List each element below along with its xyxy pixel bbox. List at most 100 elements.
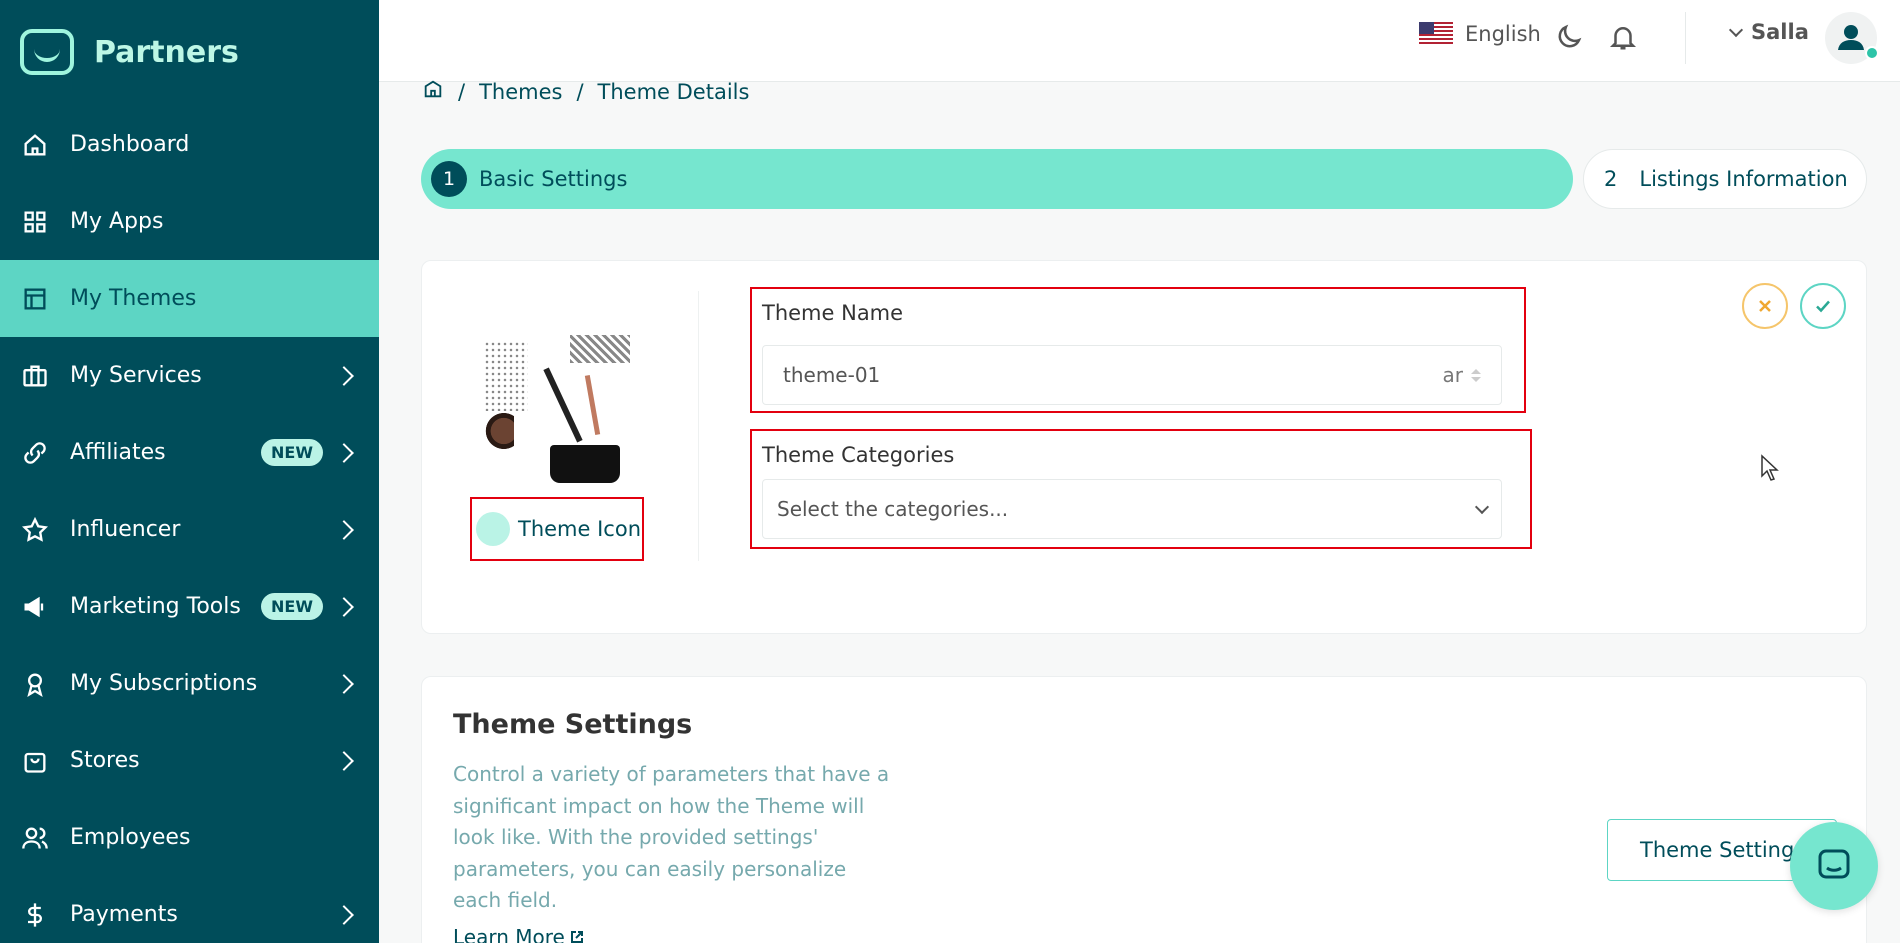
sidebar-item-stores[interactable]: Stores	[0, 722, 379, 799]
chevron-down-icon	[1474, 499, 1490, 514]
image-detail	[480, 409, 514, 453]
sidebar-item-label: Dashboard	[70, 132, 190, 157]
brand-name: Partners	[94, 34, 239, 70]
step-number: 2	[1604, 167, 1618, 191]
avatar[interactable]	[1825, 12, 1879, 64]
online-status-dot	[1865, 46, 1879, 60]
sidebar: Partners Dashboard My Apps My Themes My Ser…	[0, 0, 379, 943]
link-icon	[20, 438, 50, 468]
brand[interactable]: Partners	[20, 28, 239, 76]
chevron-right-icon	[334, 442, 354, 463]
sidebar-item-label: Stores	[70, 748, 140, 773]
sidebar-item-label: Marketing Tools	[70, 594, 241, 619]
theme-settings-title: Theme Settings	[453, 709, 693, 740]
home-icon[interactable]	[422, 78, 444, 105]
image-detail	[543, 367, 583, 443]
header-divider	[1685, 12, 1686, 64]
sidebar-item-label: Employees	[70, 825, 191, 850]
sidebar-item-label: Payments	[70, 902, 178, 927]
sidebar-item-employees[interactable]: Employees	[0, 799, 379, 876]
chat-icon	[1818, 849, 1850, 879]
sidebar-item-my-services[interactable]: My Services	[0, 337, 379, 414]
sidebar-item-payments[interactable]: Payments	[0, 876, 379, 943]
sidebar-item-affiliates[interactable]: Affiliates NEW	[0, 414, 379, 491]
sidebar-item-label: My Subscriptions	[70, 671, 258, 696]
step-basic-settings[interactable]: 1 Basic Settings	[421, 149, 1573, 209]
language-switcher[interactable]: English	[1419, 22, 1541, 46]
chevron-right-icon	[334, 365, 354, 386]
mouse-cursor-icon	[1761, 454, 1779, 481]
chevron-down-icon	[1728, 22, 1744, 38]
theme-name-field-group: Theme Name ar	[750, 287, 1526, 413]
theme-name-input[interactable]	[783, 363, 1443, 387]
breadcrumb-separator: /	[576, 79, 584, 104]
vertical-divider	[698, 291, 699, 561]
step-label: Basic Settings	[479, 167, 628, 191]
breadcrumb: / Themes / Theme Details	[422, 78, 749, 105]
new-badge: NEW	[261, 593, 323, 620]
theme-settings-card: Theme Settings Control a variety of para…	[421, 676, 1867, 943]
sidebar-item-my-subscriptions[interactable]: My Subscriptions	[0, 645, 379, 722]
theme-preview-image	[480, 335, 630, 485]
sidebar-item-my-apps[interactable]: My Apps	[0, 183, 379, 260]
confirm-button[interactable]	[1800, 283, 1846, 329]
theme-categories-label: Theme Categories	[762, 443, 955, 467]
breadcrumb-themes[interactable]: Themes	[479, 80, 562, 104]
sidebar-item-label: My Themes	[70, 286, 197, 311]
image-detail	[584, 375, 601, 435]
sidebar-item-influencer[interactable]: Influencer	[0, 491, 379, 568]
close-icon	[1759, 300, 1771, 312]
step-number: 1	[431, 161, 467, 197]
theme-categories-field-group: Theme Categories Select the categories..…	[750, 429, 1532, 549]
learn-more-link[interactable]: Learn More	[453, 925, 585, 943]
theme-icon-swatch	[476, 512, 510, 546]
chat-support-button[interactable]	[1790, 822, 1878, 910]
image-detail	[484, 341, 528, 411]
language-code-select[interactable]: ar	[1443, 363, 1463, 387]
breadcrumb-theme-details: Theme Details	[597, 79, 750, 104]
image-detail	[550, 445, 620, 483]
sidebar-nav: Dashboard My Apps My Themes My Services Affi…	[0, 106, 379, 943]
salla-logo-icon	[20, 29, 74, 75]
new-badge: NEW	[261, 439, 323, 466]
theme-name-input-wrapper: ar	[762, 345, 1502, 405]
image-detail	[570, 335, 630, 363]
user-menu[interactable]: Salla	[1728, 20, 1809, 44]
shopping-bag-icon	[20, 746, 50, 776]
basic-settings-card: Theme Icon Theme Name ar Theme Categorie…	[421, 260, 1867, 634]
language-label: English	[1465, 22, 1541, 46]
sidebar-item-label: My Apps	[70, 209, 164, 234]
dollar-icon	[20, 900, 50, 930]
moon-icon[interactable]	[1554, 22, 1584, 52]
step-label: Listings Information	[1639, 167, 1848, 191]
theme-settings-description: Control a variety of parameters that hav…	[453, 762, 890, 912]
star-icon	[20, 515, 50, 545]
users-icon	[20, 823, 50, 853]
sidebar-item-dashboard[interactable]: Dashboard	[0, 106, 379, 183]
chevron-right-icon	[334, 519, 354, 540]
award-icon	[20, 669, 50, 699]
theme-categories-select[interactable]: Select the categories...	[762, 479, 1502, 539]
cancel-button[interactable]	[1742, 283, 1788, 329]
external-link-icon	[570, 931, 583, 943]
theme-icon-upload-button[interactable]: Theme Icon	[470, 497, 644, 561]
sidebar-item-marketing-tools[interactable]: Marketing Tools NEW	[0, 568, 379, 645]
chevron-right-icon	[334, 596, 354, 617]
sidebar-item-my-themes[interactable]: My Themes	[0, 260, 379, 337]
up-down-arrows-icon[interactable]	[1471, 368, 1481, 382]
sidebar-item-label: My Services	[70, 363, 202, 388]
sidebar-item-label: Influencer	[70, 517, 181, 542]
theme-name-label: Theme Name	[762, 301, 904, 325]
us-flag-icon	[1419, 22, 1453, 46]
user-name: Salla	[1751, 20, 1809, 44]
learn-more-label: Learn More	[453, 925, 565, 943]
top-header: English Salla	[379, 0, 1900, 82]
bell-icon[interactable]	[1608, 22, 1638, 52]
theme-icon-label: Theme Icon	[518, 517, 642, 541]
chevron-right-icon	[334, 904, 354, 925]
briefcase-icon	[20, 361, 50, 391]
step-listings-information[interactable]: 2 Listings Information	[1583, 149, 1867, 209]
grid-icon	[20, 207, 50, 237]
breadcrumb-separator: /	[458, 79, 466, 104]
sidebar-item-label: Affiliates	[70, 440, 166, 465]
